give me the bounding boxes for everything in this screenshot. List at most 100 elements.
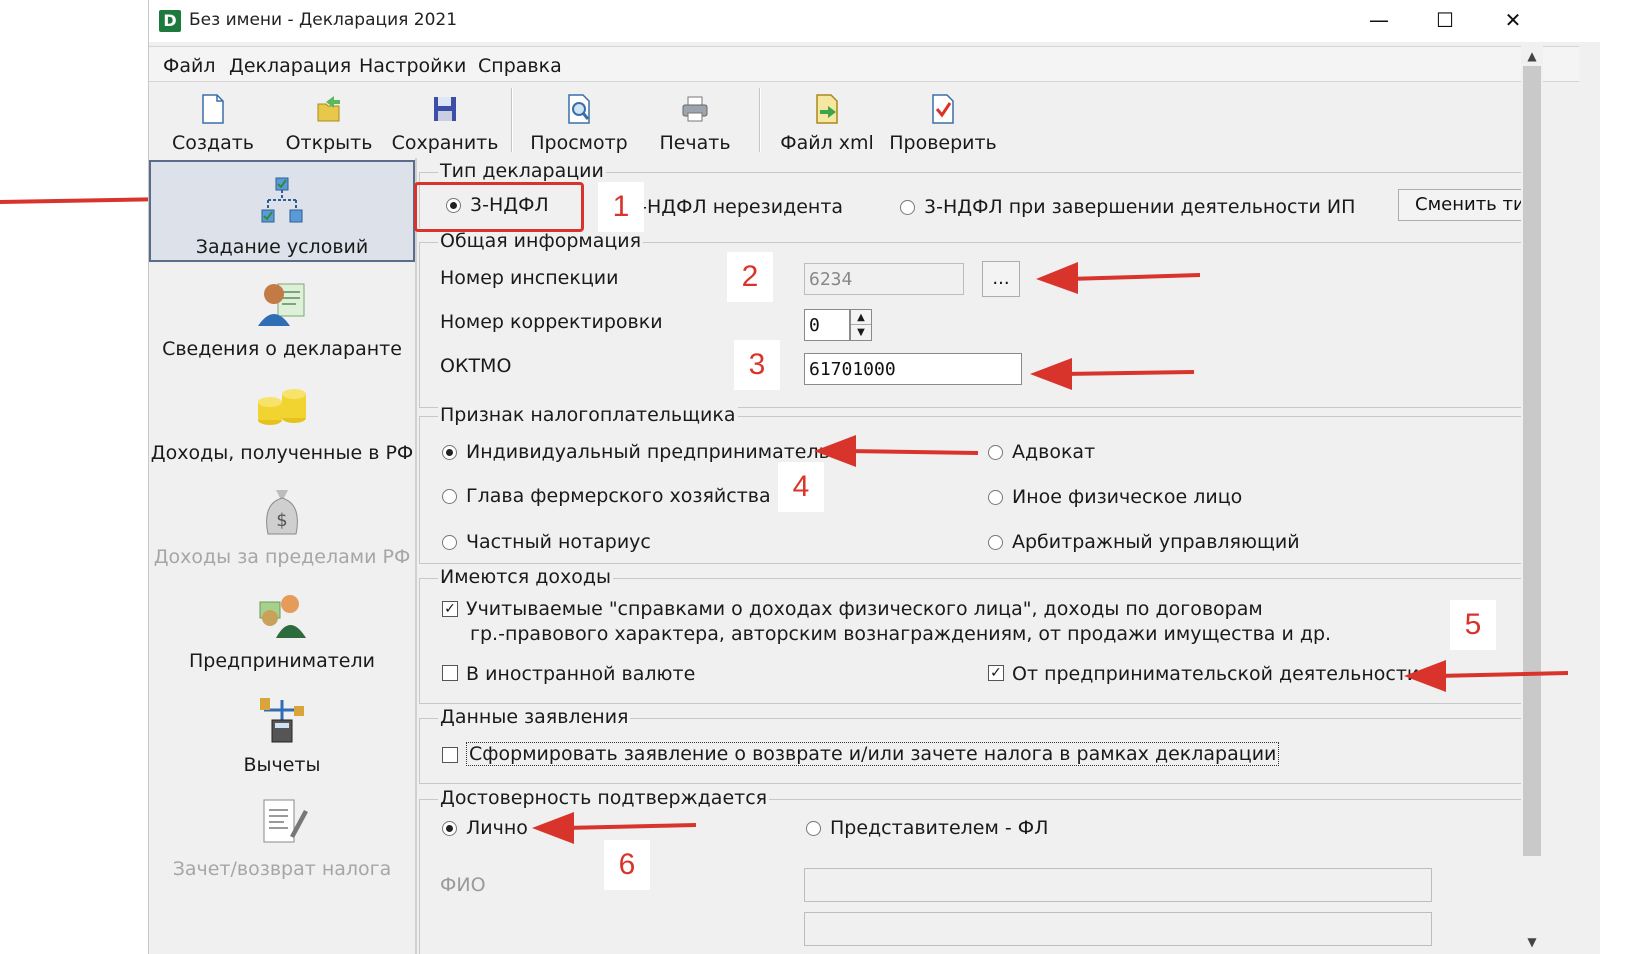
annotation-highlight-box bbox=[414, 182, 584, 232]
radio-notary[interactable] bbox=[442, 535, 457, 550]
new-document-icon bbox=[202, 94, 224, 124]
entrepreneur-icon bbox=[259, 595, 306, 638]
conditions-tree-icon bbox=[261, 177, 303, 223]
print-label: Печать bbox=[659, 132, 731, 154]
radio-other-person[interactable] bbox=[988, 490, 1003, 505]
nav-item-tax-refund[interactable]: Зачет/возврат налога bbox=[149, 784, 415, 886]
radio-arbitration-manager[interactable] bbox=[988, 535, 1003, 550]
open-label: Открыть bbox=[285, 132, 373, 154]
nav-item-entrepreneurs[interactable]: Предприниматели bbox=[149, 576, 415, 678]
checkbox-foreign-currency[interactable] bbox=[442, 665, 458, 681]
toolbar: Создать Открыть Сохранить Просмотр Печат… bbox=[149, 84, 1579, 156]
correction-field[interactable]: 0 bbox=[804, 309, 850, 341]
radio-3ndfl-ip-termination[interactable] bbox=[900, 200, 915, 215]
maximize-button[interactable]: ☐ bbox=[1411, 0, 1479, 40]
sidebar-nav: Задание условий Сведения о декларанте До… bbox=[149, 158, 417, 954]
radio-individual-entrepreneur-label: Индивидуальный предприниматель bbox=[466, 441, 830, 463]
menu-declaration[interactable]: Декларация bbox=[229, 55, 351, 77]
radio-personally[interactable] bbox=[442, 821, 457, 836]
group-declaration-type: Тип декларации 3-НДФЛ 3-НДФЛ нерезидента… bbox=[419, 160, 1538, 228]
nav-label-declarant: Сведения о декларанте bbox=[162, 338, 402, 360]
nav-item-declarant[interactable]: Сведения о декларанте bbox=[149, 264, 415, 366]
checkbox-foreign-currency-label: В иностранной валюте bbox=[466, 663, 696, 685]
group-title-declaration-type: Тип декларации bbox=[438, 160, 606, 182]
nav-item-deductions[interactable]: Вычеты bbox=[149, 680, 415, 782]
radio-representative[interactable] bbox=[806, 821, 821, 836]
checkbox-business-income-label: От предпринимательской деятельности bbox=[1012, 663, 1420, 685]
radio-farm-head-label: Глава фермерского хозяйства bbox=[466, 485, 771, 507]
scales-calculator-icon bbox=[260, 698, 304, 743]
nav-item-income-rf[interactable]: Доходы, полученные в РФ bbox=[149, 368, 415, 470]
scroll-down-icon[interactable]: ▼ bbox=[1521, 932, 1543, 952]
radio-lawyer-label: Адвокат bbox=[1012, 441, 1096, 463]
radio-notary-label: Частный нотариус bbox=[466, 531, 651, 553]
change-type-button[interactable]: Сменить ти bbox=[1398, 189, 1538, 221]
nav-label-entrepreneurs: Предприниматели bbox=[188, 650, 375, 672]
oktmo-field[interactable]: 61701000 bbox=[804, 353, 1022, 385]
save-label: Сохранить bbox=[391, 132, 499, 154]
group-title-statement: Данные заявления bbox=[438, 706, 631, 728]
group-income: Имеются доходы ✓ Учитываемые "справками … bbox=[419, 566, 1529, 704]
money-bag-icon: $ bbox=[266, 490, 298, 535]
scrollbar-thumb[interactable] bbox=[1523, 66, 1541, 856]
print-button[interactable]: Печать bbox=[637, 84, 753, 156]
xml-file-button[interactable]: Файл xml bbox=[769, 84, 885, 156]
minimize-button[interactable]: — bbox=[1345, 0, 1413, 40]
menu-file[interactable]: Файл bbox=[163, 55, 216, 77]
person-card-icon bbox=[258, 283, 305, 326]
inspection-field[interactable]: 6234 bbox=[804, 263, 964, 295]
app-window: D Без имени - Декларация 2021 — ☐ ✕ Файл… bbox=[148, 0, 1600, 954]
save-button[interactable]: Сохранить bbox=[387, 84, 503, 156]
fio-field[interactable] bbox=[804, 868, 1432, 902]
checkbox-business-income[interactable]: ✓ bbox=[988, 665, 1004, 681]
window-title: Без имени - Декларация 2021 bbox=[189, 10, 458, 30]
radio-representative-label: Представителем - ФЛ bbox=[830, 817, 1049, 839]
fio-label: ФИО bbox=[440, 874, 486, 896]
preview-button[interactable]: Просмотр bbox=[521, 84, 637, 156]
close-button[interactable]: ✕ bbox=[1479, 0, 1547, 40]
stepper-up-icon[interactable]: ▲ bbox=[851, 310, 871, 325]
annotation-number-5: 5 bbox=[1450, 600, 1496, 650]
checkbox-certificate-income[interactable]: ✓ bbox=[442, 601, 458, 617]
radio-farm-head[interactable] bbox=[442, 489, 457, 504]
checkbox-form-statement-label: Сформировать заявление о возврате и/или … bbox=[466, 742, 1280, 766]
annotation-arrow-entrepreneur bbox=[814, 435, 979, 467]
nav-item-income-abroad[interactable]: $ Доходы за пределами РФ bbox=[149, 472, 415, 574]
radio-individual-entrepreneur[interactable] bbox=[442, 445, 457, 460]
annotation-number-3: 3 bbox=[734, 340, 780, 390]
menu-help[interactable]: Справка bbox=[478, 55, 562, 77]
scroll-up-icon[interactable]: ▲ bbox=[1521, 46, 1543, 66]
checkbox-certificate-income-label-2: гр.-правового характера, авторским возна… bbox=[470, 623, 1332, 645]
radio-3ndfl-ip-termination-label: 3-НДФЛ при завершении деятельности ИП bbox=[924, 196, 1356, 218]
menu-settings[interactable]: Настройки bbox=[359, 55, 466, 77]
checkbox-certificate-income-label-1: Учитываемые "справками о доходах физичес… bbox=[466, 598, 1263, 620]
group-general-info: Общая информация Номер инспекции 6234 ..… bbox=[419, 230, 1529, 408]
create-button[interactable]: Создать bbox=[155, 84, 271, 156]
nav-label-income-abroad: Доходы за пределами РФ bbox=[153, 546, 411, 568]
inspection-browse-button[interactable]: ... bbox=[982, 261, 1020, 297]
checkbox-form-statement[interactable] bbox=[442, 747, 458, 763]
group-title-income: Имеются доходы bbox=[438, 566, 613, 588]
correction-stepper[interactable]: ▲ ▼ bbox=[850, 309, 872, 341]
radio-lawyer[interactable] bbox=[988, 445, 1003, 460]
nav-item-conditions[interactable]: Задание условий bbox=[149, 160, 415, 262]
check-button[interactable]: Проверить bbox=[885, 84, 1001, 156]
preview-label: Просмотр bbox=[530, 132, 628, 154]
group-title-taxpayer: Признак налогоплательщика bbox=[438, 404, 738, 426]
coins-stack-icon bbox=[258, 389, 306, 425]
correction-label: Номер корректировки bbox=[440, 311, 663, 333]
radio-other-person-label: Иное физическое лицо bbox=[1012, 486, 1243, 508]
open-button[interactable]: Открыть bbox=[271, 84, 387, 156]
nav-label-deductions: Вычеты bbox=[243, 754, 321, 776]
stepper-down-icon[interactable]: ▼ bbox=[851, 325, 871, 340]
radio-personally-label: Лично bbox=[466, 817, 528, 839]
annotation-arrow-business-income bbox=[1404, 660, 1569, 692]
menu-bar: Файл Декларация Настройки Справка bbox=[149, 46, 1579, 82]
fio-field-second[interactable] bbox=[804, 912, 1432, 946]
annotation-arrow-oktmo bbox=[1030, 358, 1195, 390]
nav-label-tax-refund: Зачет/возврат налога bbox=[172, 858, 392, 880]
vertical-scrollbar[interactable]: ▲ ▼ bbox=[1521, 44, 1543, 954]
document-pen-icon bbox=[263, 799, 308, 843]
check-label: Проверить bbox=[889, 132, 997, 154]
oktmo-label: ОКТМО bbox=[440, 355, 512, 377]
